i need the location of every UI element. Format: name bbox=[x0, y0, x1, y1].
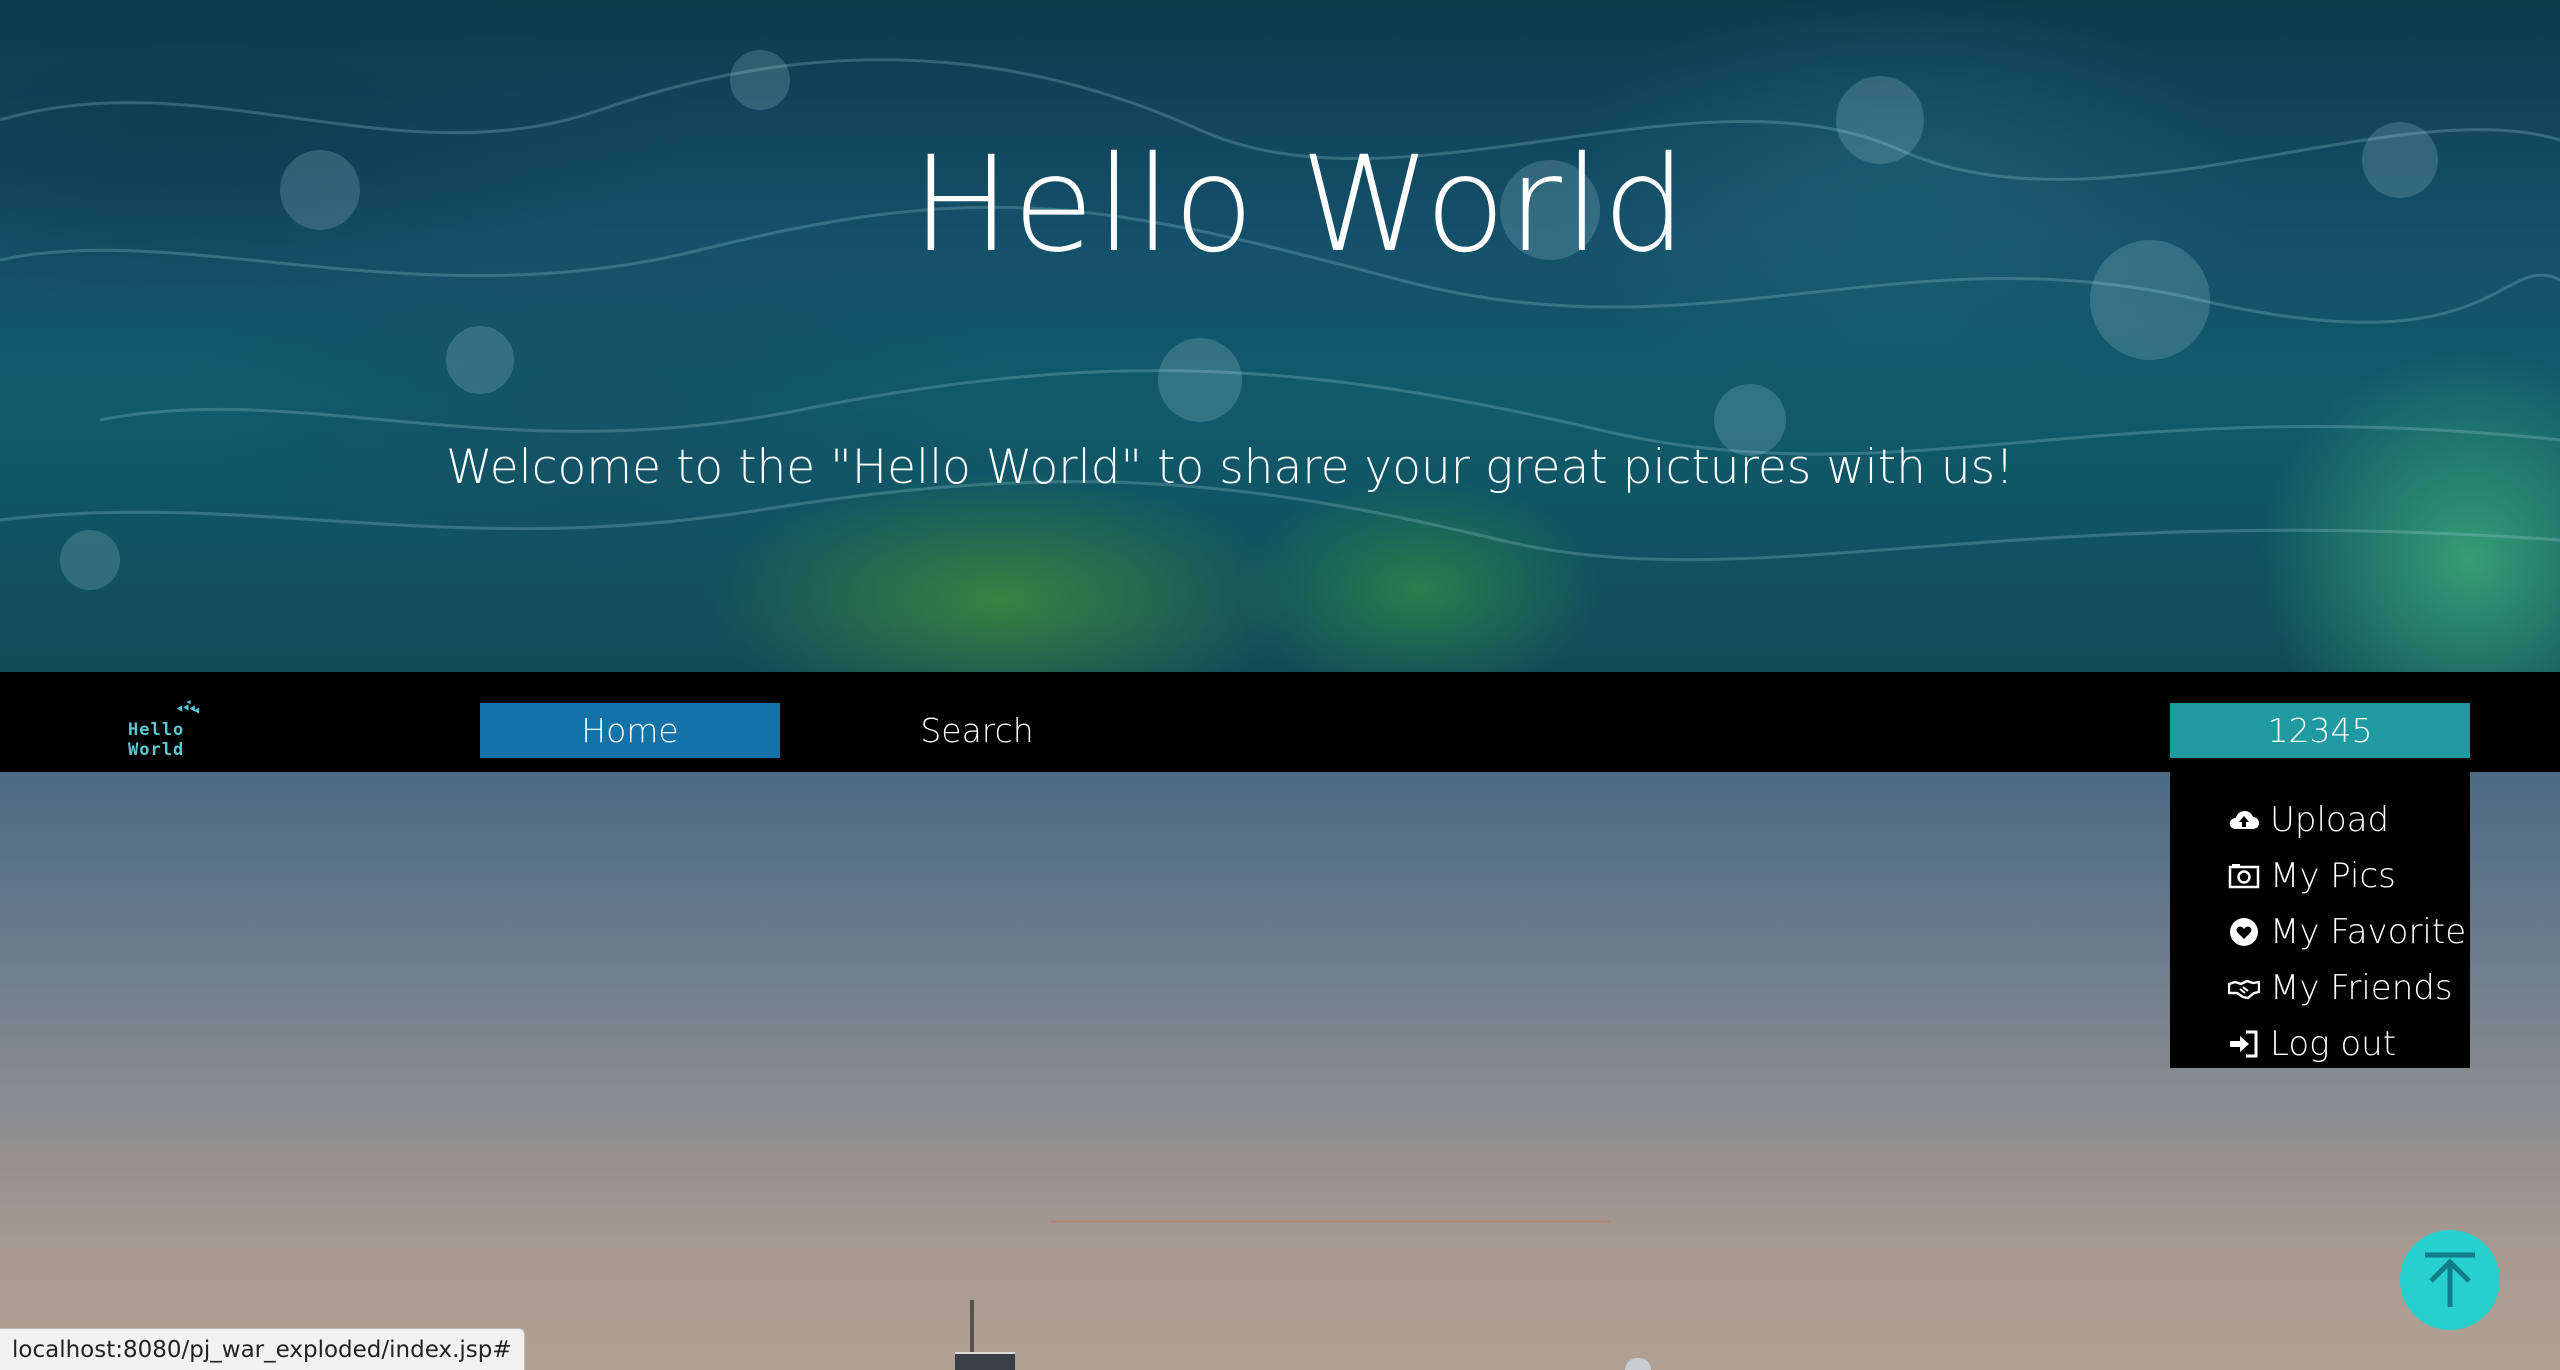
photo-dome bbox=[1625, 1358, 1651, 1370]
welcome-subtitle: Welcome to the "Hello World" to share yo… bbox=[446, 440, 2014, 495]
menu-item-label: My Friends bbox=[2270, 968, 2453, 1008]
sign-in-icon bbox=[2228, 1028, 2260, 1060]
back-to-top-button[interactable] bbox=[2400, 1230, 2500, 1330]
photo-contrail bbox=[1050, 1220, 1610, 1223]
nav-home-button[interactable]: Home bbox=[480, 703, 780, 758]
site-logo[interactable]: Hello World bbox=[128, 700, 248, 760]
user-dropdown-menu: Upload My Pics My Favorite My Friends Lo… bbox=[2170, 772, 2470, 1068]
menu-item-label: My Favorite bbox=[2270, 912, 2467, 952]
page: Hello World Welcome to the "Hello World"… bbox=[0, 0, 2560, 1370]
menu-item-my-favorite[interactable]: My Favorite bbox=[2170, 904, 2470, 960]
ocean-texture bbox=[0, 50, 2560, 590]
menu-item-my-friends[interactable]: My Friends bbox=[2170, 960, 2470, 1016]
fish-logo-icon bbox=[176, 700, 200, 714]
page-title: Hello World bbox=[911, 128, 1689, 282]
menu-item-log-out[interactable]: Log out bbox=[2170, 1016, 2470, 1072]
menu-item-label: Log out bbox=[2270, 1024, 2397, 1064]
menu-item-my-pics[interactable]: My Pics bbox=[2170, 848, 2470, 904]
browser-status-url: localhost:8080/pj_war_exploded/index.jsp… bbox=[0, 1328, 525, 1370]
handshake-icon bbox=[2228, 972, 2260, 1004]
nav-bar: Hello World Home Search 12345 bbox=[0, 672, 2560, 772]
logo-text: Hello World bbox=[128, 720, 185, 760]
user-menu-button[interactable]: 12345 bbox=[2170, 703, 2470, 758]
camera-icon bbox=[2228, 860, 2260, 892]
nav-search-link[interactable]: Search bbox=[827, 703, 1127, 758]
photo-antenna bbox=[970, 1300, 974, 1352]
cloud-upload-icon bbox=[2228, 804, 2260, 836]
heart-icon bbox=[2228, 916, 2260, 948]
menu-item-label: My Pics bbox=[2270, 856, 2396, 896]
menu-item-upload[interactable]: Upload bbox=[2170, 792, 2470, 848]
hero-banner: Hello World Welcome to the "Hello World"… bbox=[0, 0, 2560, 672]
menu-item-label: Upload bbox=[2270, 800, 2390, 840]
photo-building bbox=[955, 1352, 1015, 1370]
arrow-up-icon bbox=[2425, 1252, 2475, 1307]
